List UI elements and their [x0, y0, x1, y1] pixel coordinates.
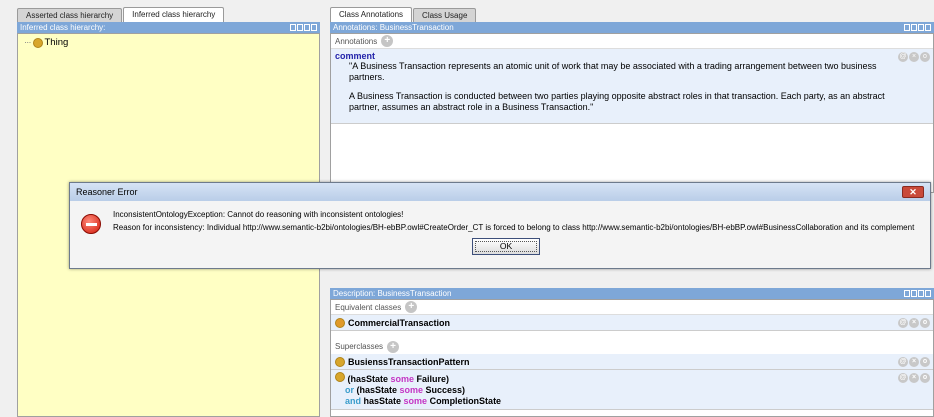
edit-icon[interactable]: o [920, 373, 930, 383]
expr-text: Success) [423, 385, 466, 395]
expr-text: hasState [361, 396, 404, 406]
dialog-message: InconsistentOntologyException: Cannot do… [113, 208, 914, 234]
annotations-title-bar: Annotations: BusinessTransaction [330, 22, 934, 33]
annotations-view-controls [904, 24, 931, 31]
class-icon [335, 317, 345, 328]
delete-icon[interactable]: × [909, 52, 919, 62]
keyword-some: some [399, 385, 424, 395]
description-panel: Equivalent classes + CommercialTransacti… [330, 299, 934, 417]
equivalent-classes-header: Equivalent classes + [331, 300, 933, 315]
equivalent-class-row[interactable]: CommercialTransaction @ × o [331, 315, 933, 331]
error-icon [81, 214, 101, 234]
annotations-section-label: Annotations [335, 36, 378, 46]
hierarchy-title-bar: Inferred class hierarchy: [17, 22, 320, 33]
detail-tabs: Class Annotations Class Usage [330, 7, 934, 22]
description-title: Description: BusinessTransaction [333, 289, 452, 298]
delete-icon[interactable]: × [909, 373, 919, 383]
delete-icon[interactable]: × [909, 318, 919, 328]
keyword-and: and [345, 396, 362, 406]
edit-icon[interactable]: o [920, 318, 930, 328]
expression-line-2: or (hasState some Success) [335, 385, 929, 396]
annotations-title: Annotations: BusinessTransaction [333, 23, 454, 32]
superclass-row[interactable]: BusienssTransactionPattern @ × o [331, 354, 933, 370]
close-icon[interactable] [311, 24, 317, 31]
hierarchy-tabs: Asserted class hierarchy Inferred class … [17, 7, 320, 22]
annotations-section-header: Annotations + [331, 34, 933, 49]
minimize-icon[interactable] [911, 290, 917, 297]
dialog-title: Reasoner Error [76, 187, 138, 197]
info-icon[interactable]: @ [898, 373, 908, 383]
equivalent-class-name: CommercialTransaction [348, 317, 451, 328]
delete-icon[interactable]: × [909, 357, 919, 367]
annotation-paragraph: "A Business Transaction represents an at… [349, 61, 877, 82]
superclasses-header: Superclasses + [331, 339, 933, 354]
hierarchy-title: Inferred class hierarchy: [20, 23, 106, 32]
hierarchy-view-controls [290, 24, 317, 31]
tab-inferred-hierarchy[interactable]: Inferred class hierarchy [123, 7, 225, 22]
info-icon[interactable]: @ [898, 318, 908, 328]
tab-class-usage[interactable]: Class Usage [413, 8, 477, 22]
tree-connector: ··· [24, 37, 31, 48]
dialog-title-bar: Reasoner Error ✕ [70, 183, 930, 201]
class-icon [335, 356, 345, 367]
ok-button[interactable]: OK [472, 238, 540, 255]
tab-asserted-hierarchy[interactable]: Asserted class hierarchy [17, 8, 123, 22]
add-equivalent-icon[interactable]: + [405, 301, 418, 313]
annotation-value: "A Business Transaction represents an at… [335, 61, 929, 113]
reasoner-error-dialog: Reasoner Error ✕ InconsistentOntologyExc… [69, 182, 931, 269]
class-icon [335, 372, 345, 382]
row-actions: @ × o [898, 318, 930, 328]
info-icon[interactable]: @ [898, 357, 908, 367]
annotation-row[interactable]: comment "A Business Transaction represen… [331, 49, 933, 124]
row-actions: @ × o [898, 52, 930, 62]
edit-icon[interactable]: o [920, 52, 930, 62]
expression-line-3: and hasState some CompletionState [335, 396, 929, 407]
error-line-1: InconsistentOntologyException: Cannot do… [113, 210, 404, 219]
pin-icon[interactable] [904, 290, 910, 297]
error-line-2: Reason for inconsistency: Individual htt… [113, 223, 915, 232]
tree-node-thing[interactable]: ··· Thing [24, 37, 319, 48]
close-icon[interactable] [925, 24, 931, 31]
description-view-controls [904, 290, 931, 297]
equivalent-classes-label: Equivalent classes [335, 302, 402, 312]
row-actions: @ × o [898, 373, 930, 383]
minimize-icon[interactable] [911, 24, 917, 31]
superclass-expression-row[interactable]: (hasState some Failure) or (hasState som… [331, 370, 933, 410]
expression-line-1: (hasState some Failure) [335, 372, 929, 385]
keyword-some: some [390, 374, 415, 384]
annotation-property: comment [335, 51, 376, 61]
tab-class-annotations[interactable]: Class Annotations [330, 7, 413, 22]
edit-icon[interactable]: o [920, 357, 930, 367]
class-icon [32, 37, 43, 48]
expr-text: CompletionState [427, 396, 502, 406]
maximize-icon[interactable] [918, 24, 924, 31]
expr-text: Failure) [414, 374, 450, 384]
pin-icon[interactable] [290, 24, 296, 31]
superclass-name: BusienssTransactionPattern [348, 356, 470, 367]
tree-node-label: Thing [44, 37, 69, 48]
superclasses-label: Superclasses [335, 342, 384, 351]
add-superclass-icon[interactable]: + [387, 340, 400, 353]
add-annotation-icon[interactable]: + [381, 35, 394, 47]
expr-text: (hasState [347, 374, 391, 384]
dialog-close-button[interactable]: ✕ [902, 186, 924, 198]
pin-icon[interactable] [904, 24, 910, 31]
maximize-icon[interactable] [304, 24, 310, 31]
keyword-some: some [403, 396, 428, 406]
row-actions: @ × o [898, 357, 930, 367]
description-title-bar: Description: BusinessTransaction [330, 288, 934, 299]
info-icon[interactable]: @ [898, 52, 908, 62]
expr-text: (hasState [354, 385, 400, 395]
minimize-icon[interactable] [297, 24, 303, 31]
maximize-icon[interactable] [918, 290, 924, 297]
close-icon[interactable] [925, 290, 931, 297]
annotation-paragraph: A Business Transaction is conducted betw… [349, 91, 885, 112]
annotations-panel: Annotations + comment "A Business Transa… [330, 33, 934, 193]
keyword-or: or [345, 385, 354, 395]
